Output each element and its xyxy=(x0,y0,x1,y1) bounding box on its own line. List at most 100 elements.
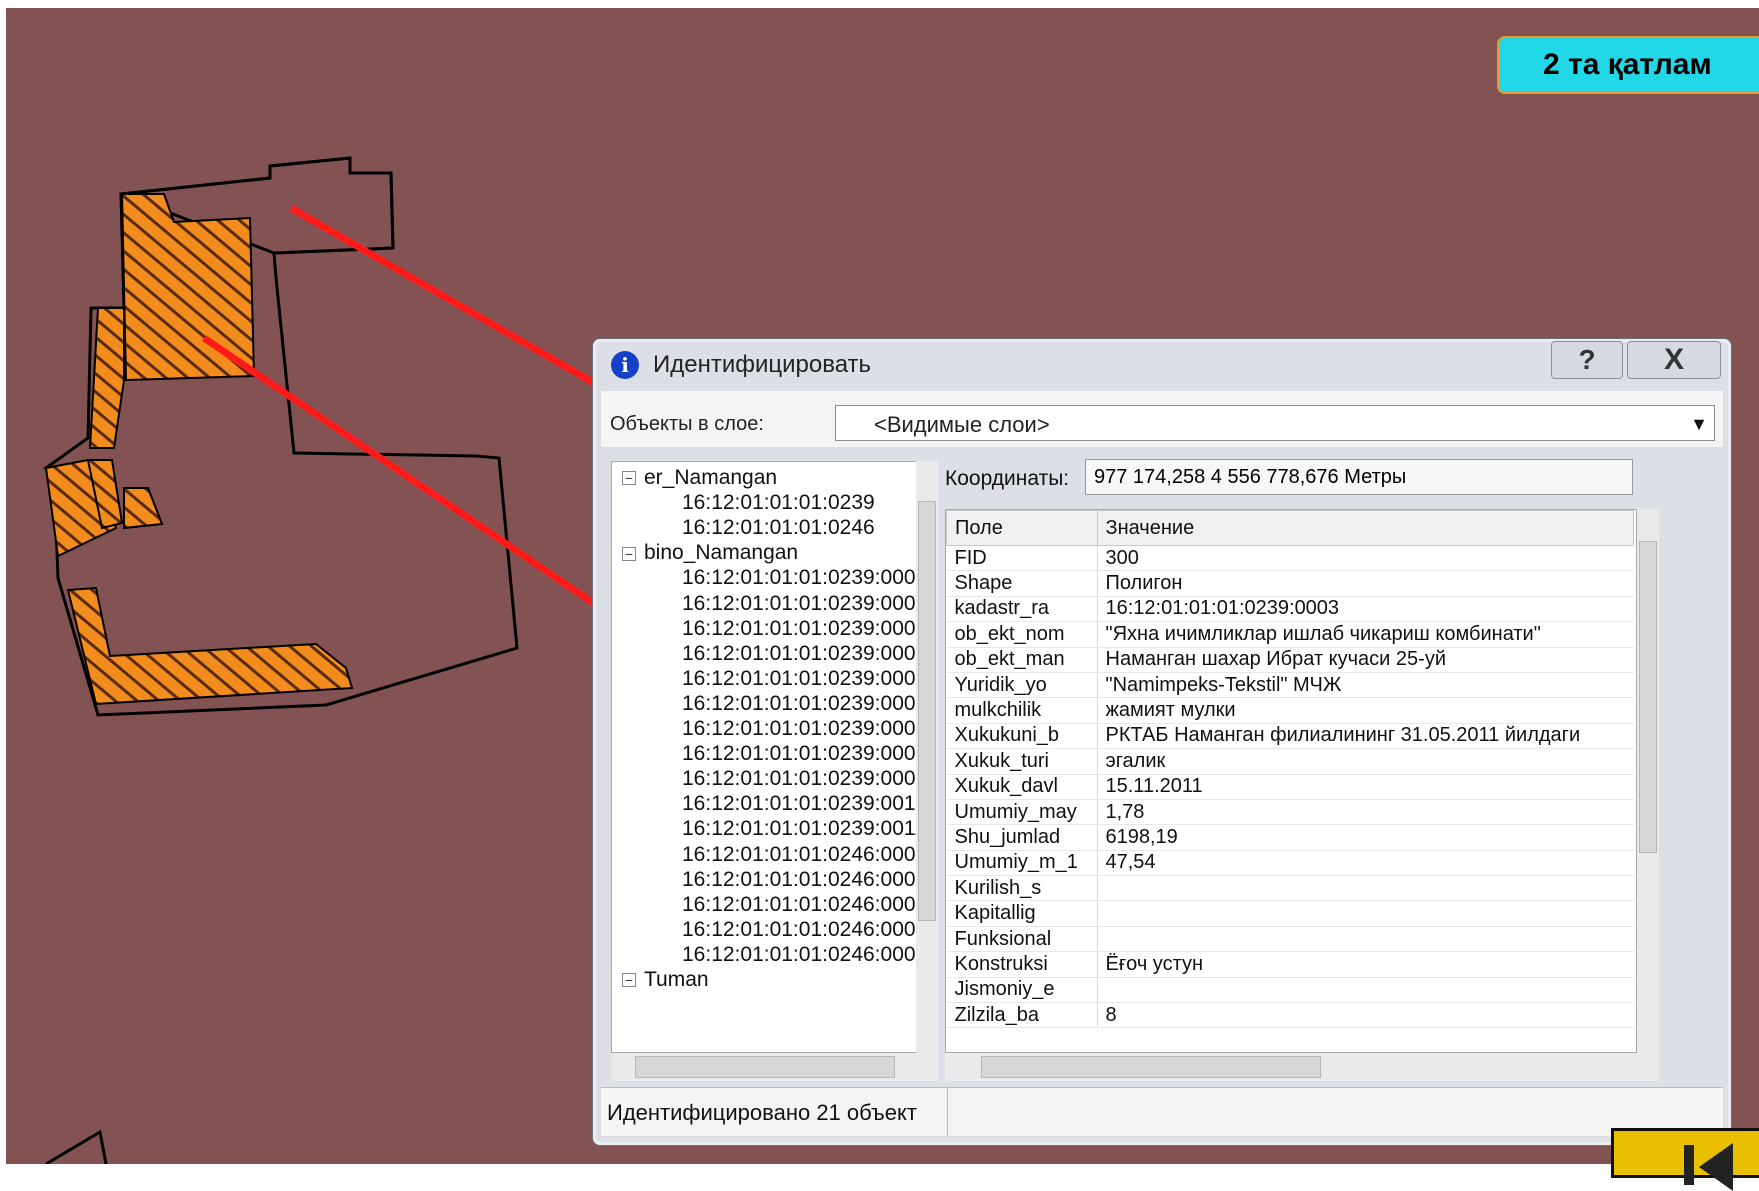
tree-item-label: 16:12:01:01:01:0239:0002 xyxy=(682,591,928,615)
field-name-cell: ob_ekt_man xyxy=(946,647,1098,673)
tree-item[interactable]: 16:12:01:01:01:0246:0002 xyxy=(682,868,927,892)
field-value-cell xyxy=(1097,926,1634,953)
field-name-cell: Xukuk_davl xyxy=(946,774,1098,800)
tree-item[interactable]: 16:12:01:01:01:0246:0005 xyxy=(682,943,927,967)
tree-group[interactable]: − er_Namangan xyxy=(622,466,777,490)
table-row[interactable]: Yuridik_yo "Namimpeks-Tekstil" МЧЖ xyxy=(946,672,1634,699)
field-name-cell: Xukuk_turi xyxy=(946,748,1098,775)
field-value-cell: эгалик xyxy=(1097,748,1634,775)
table-row[interactable]: Funksional xyxy=(946,926,1634,953)
table-row[interactable]: Kurilish_s xyxy=(946,875,1634,902)
table-row[interactable]: mulkchilik жамият мулки xyxy=(946,697,1634,724)
field-value-cell xyxy=(1097,875,1634,902)
tree-item[interactable]: 16:12:01:01:01:0239:0011 xyxy=(682,817,926,841)
grid-vertical-scrollbar[interactable] xyxy=(1637,509,1659,1053)
tree-item[interactable]: 16:12:01:01:01:0239:0001 xyxy=(682,566,927,590)
tree-item-label: 16:12:01:01:01:0246:0001 xyxy=(682,842,928,866)
tree-item[interactable]: 16:12:01:01:01:0239:0010 xyxy=(682,792,927,816)
tree-item[interactable]: 16:12:01:01:01:0246:0001 xyxy=(682,843,927,867)
field-value-cell: 8 xyxy=(1097,1002,1634,1029)
tree-item[interactable]: 16:12:01:01:01:0239:0006 xyxy=(682,692,927,716)
table-row[interactable]: kadastr_ra 16:12:01:01:01:0239:0003 xyxy=(946,596,1634,623)
column-header-field[interactable]: Поле xyxy=(946,510,1098,546)
field-name-cell: FID xyxy=(946,545,1098,572)
table-row[interactable]: Kapitallig xyxy=(946,900,1634,927)
column-header-value[interactable]: Значение xyxy=(1096,510,1634,546)
table-row[interactable]: Umumiy_may 1,78 xyxy=(946,799,1634,826)
table-row[interactable]: Jismoniy_e xyxy=(946,977,1634,1004)
building-polygon[interactable] xyxy=(120,193,256,382)
field-value-cell: 16:12:01:01:01:0239:0003 xyxy=(1097,596,1634,623)
info-icon: i xyxy=(611,351,639,379)
tree-item-label: 16:12:01:01:01:0239:0011 xyxy=(682,817,926,841)
tree-vertical-scrollbar[interactable] xyxy=(916,461,938,1053)
previous-slide-button[interactable] xyxy=(1611,1128,1759,1191)
grid-hscroll-thumb[interactable] xyxy=(981,1056,1321,1078)
tree-item[interactable]: 16:12:01:01:01:0246:0004 xyxy=(682,918,927,942)
tree-scroll-thumb[interactable] xyxy=(918,501,936,921)
grid-horizontal-scrollbar[interactable] xyxy=(945,1053,1659,1081)
dialog-titlebar[interactable]: i Идентифицировать ? X xyxy=(593,339,1731,389)
table-row[interactable]: Xukuk_davl 15.11.2011 xyxy=(946,774,1634,800)
tree-horizontal-scrollbar[interactable] xyxy=(611,1053,938,1081)
tree-item-label: 16:12:01:01:01:0246 xyxy=(682,516,875,540)
layer-dropdown[interactable]: <Видимые слои> ▼ xyxy=(835,405,1715,441)
grid-vscroll-thumb[interactable] xyxy=(1639,541,1657,853)
coordinates-row: Координаты: 977 174,258 4 556 778,676 Ме… xyxy=(945,459,1725,499)
parcel-edge xyxy=(45,1129,108,1164)
attribute-grid[interactable]: Поле Значение FID 300 Shape Полигон kadastr_… xyxy=(945,509,1637,1053)
chevron-down-icon[interactable]: ▼ xyxy=(1690,414,1708,435)
table-row[interactable]: Umumiy_m_1 47,54 xyxy=(946,850,1634,877)
tree-item[interactable]: 16:12:01:01:01:0239:0009 xyxy=(682,767,927,791)
field-value-cell: Ёғоч устун xyxy=(1097,951,1634,978)
field-value-cell xyxy=(1097,977,1634,1004)
collapse-toggle-icon[interactable]: − xyxy=(622,471,636,486)
tree-item[interactable]: 16:12:01:01:01:0239:0002 xyxy=(682,592,927,616)
field-name-cell: Shape xyxy=(946,570,1098,597)
field-value-cell: Наманган шахар Ибрат кучаси 25-уй xyxy=(1097,647,1634,673)
table-row[interactable]: Xukuk_turi эгалик xyxy=(946,748,1634,775)
tree-hscroll-thumb[interactable] xyxy=(635,1056,895,1078)
field-value-cell: 300 xyxy=(1097,545,1634,572)
tree-item[interactable]: 16:12:01:01:01:0239:0004 xyxy=(682,642,927,666)
tree-item[interactable]: 16:12:01:01:01:0246 xyxy=(682,516,875,540)
tree-group[interactable]: − bino_Namangan xyxy=(622,541,798,565)
tree-item[interactable]: 16:12:01:01:01:0239 xyxy=(682,491,875,515)
field-name-cell: Jismoniy_e xyxy=(946,977,1098,1004)
field-value-cell: "Яхна ичимликлар ишлаб чикариш комбинати… xyxy=(1097,621,1634,648)
field-name-cell: Shu_jumlad xyxy=(946,824,1098,851)
field-value-cell: "Namimpeks-Tekstil" МЧЖ xyxy=(1097,672,1634,699)
field-name-cell: Kapitallig xyxy=(946,900,1098,927)
field-value-cell: Полигон xyxy=(1097,570,1634,597)
tree-item[interactable]: 16:12:01:01:01:0246:0003 xyxy=(682,893,927,917)
tree-item[interactable]: 16:12:01:01:01:0239:0003 xyxy=(682,617,927,641)
tree-group[interactable]: − Tuman xyxy=(622,968,709,992)
table-row[interactable]: Shape Полигон xyxy=(946,570,1634,597)
tree-item-label: Tuman xyxy=(644,968,709,991)
table-row[interactable]: FID 300 xyxy=(946,545,1634,572)
table-row[interactable]: ob_ekt_man Наманган шахар Ибрат кучаси 25… xyxy=(946,647,1634,673)
close-button[interactable]: X xyxy=(1627,341,1721,379)
field-value-cell: РКТАБ Наманган филиалининг 31.05.2011 йи… xyxy=(1097,723,1634,750)
tree-item[interactable]: 16:12:01:01:01:0239:0005 xyxy=(682,667,927,691)
tree-item-label: 16:12:01:01:01:0239:0005 xyxy=(682,666,928,690)
help-button[interactable]: ? xyxy=(1551,341,1623,379)
status-divider xyxy=(947,1088,948,1136)
building-polygon[interactable] xyxy=(123,487,164,530)
tree-item[interactable]: 16:12:01:01:01:0239:0007 xyxy=(682,717,927,741)
building-polygon[interactable] xyxy=(66,586,354,706)
collapse-toggle-icon[interactable]: − xyxy=(622,973,636,988)
field-name-cell: mulkchilik xyxy=(946,697,1098,724)
collapse-toggle-icon[interactable]: − xyxy=(622,546,636,561)
field-name-cell: Kurilish_s xyxy=(946,875,1098,902)
table-row[interactable]: Zilzila_ba 8 xyxy=(946,1002,1634,1029)
table-row[interactable]: Shu_jumlad 6198,19 xyxy=(946,824,1634,851)
coordinates-field[interactable]: 977 174,258 4 556 778,676 Метры xyxy=(1085,459,1633,495)
tree-item-label: 16:12:01:01:01:0246:0003 xyxy=(682,892,928,916)
feature-tree[interactable]: − er_Namangan 16:12:01:01:01:0239 16:12:01:… xyxy=(611,461,938,1053)
table-row[interactable]: Konstruksi Ёғоч устун xyxy=(946,951,1634,978)
table-row[interactable]: Xukukuni_b РКТАБ Наманган филиалининг 31.… xyxy=(946,723,1634,750)
tree-item[interactable]: 16:12:01:01:01:0239:0008 xyxy=(682,742,927,766)
building-polygon[interactable] xyxy=(88,307,125,449)
table-row[interactable]: ob_ekt_nom "Яхна ичимликлар ишлаб чикариш… xyxy=(946,621,1634,648)
